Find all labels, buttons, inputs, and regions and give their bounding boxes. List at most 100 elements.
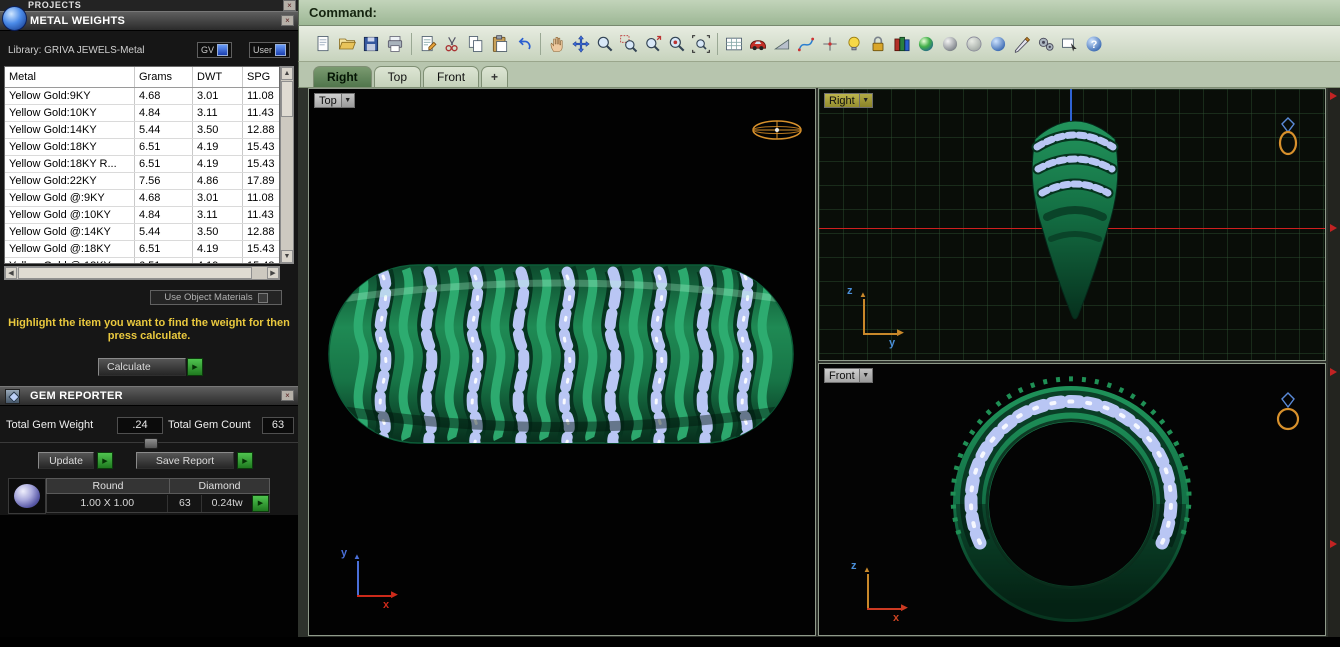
update-arrow-button[interactable]: ▶ — [97, 452, 113, 469]
scroll-right-icon[interactable]: ▶ — [267, 267, 279, 279]
metal-cell: Yellow Gold @:10KY — [5, 207, 135, 223]
spg-column-header[interactable]: SPG — [243, 67, 279, 87]
viewport-zone: Top ▼ y ▲ ▶ x Right ▼ z ▲ ▶ y Front ▼ z … — [298, 88, 1340, 637]
calculate-arrow-button[interactable]: ▶ — [187, 358, 203, 376]
save-report-arrow-button[interactable]: ▶ — [237, 452, 253, 469]
lock-icon[interactable] — [866, 31, 890, 57]
grams-column-header[interactable]: Grams — [135, 67, 193, 87]
rotate-view-icon[interactable] — [569, 31, 593, 57]
user-button[interactable]: User — [248, 42, 290, 58]
copy-icon[interactable] — [464, 31, 488, 57]
wedge-icon[interactable] — [770, 31, 794, 57]
tab-right[interactable]: Right — [313, 66, 372, 87]
table-vertical-scrollbar[interactable]: ▲ ▼ — [280, 66, 294, 264]
vertical-scroll-thumb[interactable] — [281, 81, 293, 117]
use-object-materials-control[interactable]: Use Object Materials — [150, 290, 282, 305]
gem-reporter-titlebar[interactable]: GEM REPORTER — [0, 386, 298, 406]
table-row[interactable]: Yellow Gold @:18KY...6.514.1915.43 — [5, 258, 279, 263]
scroll-left-icon[interactable]: ◀ — [5, 267, 17, 279]
splitter-handle[interactable] — [144, 438, 158, 449]
save-icon[interactable] — [359, 31, 383, 57]
new-file-icon[interactable] — [311, 31, 335, 57]
table-row[interactable]: Yellow Gold @:10KY 4.84 3.11 11.43 — [5, 207, 279, 224]
command-bar[interactable]: Command: — [298, 0, 1340, 26]
table-row[interactable]: Yellow Gold:18KY R... 6.51 4.19 15.43 — [5, 156, 279, 173]
cut-icon[interactable] — [440, 31, 464, 57]
zoom-dynamic-icon[interactable] — [641, 31, 665, 57]
horizontal-scroll-thumb[interactable] — [18, 267, 252, 279]
table-row[interactable]: Yellow Gold:18KY 6.51 4.19 15.43 — [5, 139, 279, 156]
open-file-icon[interactable] — [335, 31, 359, 57]
edit-notes-icon[interactable] — [416, 31, 440, 57]
tab-top[interactable]: Top — [373, 66, 422, 87]
zoom-extents-icon[interactable] — [689, 31, 713, 57]
spg-cell: 15.43 — [247, 141, 275, 153]
materials-icon[interactable] — [890, 31, 914, 57]
metal-column-header[interactable]: Metal — [5, 67, 135, 87]
projects-panel-titlebar[interactable]: PROJECTS — [0, 0, 298, 11]
zoom-icon[interactable] — [593, 31, 617, 57]
scroll-down-icon[interactable]: ▼ — [281, 250, 293, 263]
spg-cell: 11.43 — [247, 107, 274, 119]
zoom-window-icon[interactable] — [617, 31, 641, 57]
help-icon[interactable]: ? — [1082, 31, 1106, 57]
gem-row-arrow-button[interactable]: ▶ — [252, 494, 269, 512]
use-object-materials-checkbox-icon[interactable] — [257, 292, 268, 303]
rendered-view-icon[interactable] — [986, 31, 1010, 57]
point-icon[interactable] — [818, 31, 842, 57]
gv-button[interactable]: GV — [196, 42, 232, 58]
grid-icon[interactable] — [722, 31, 746, 57]
viewport-top-label[interactable]: Top ▼ — [314, 93, 355, 108]
shaded-view-icon[interactable] — [938, 31, 962, 57]
projects-close-button[interactable]: × — [283, 0, 296, 11]
arrow-up-icon: ▲ — [353, 552, 361, 561]
grams-cell: 5.44 — [135, 224, 193, 240]
table-row[interactable]: Yellow Gold @:14KY 5.44 3.50 12.88 — [5, 224, 279, 241]
table-row[interactable]: Yellow Gold:9KY 4.68 3.01 11.08 — [5, 88, 279, 105]
add-tab-button[interactable]: + — [481, 66, 509, 87]
table-horizontal-scrollbar[interactable]: ◀ ▶ — [4, 266, 280, 280]
axis-indicator: z ▲ ▶ x — [849, 560, 921, 624]
table-row[interactable]: Yellow Gold @:9KY 4.68 3.01 11.08 — [5, 190, 279, 207]
right-edge-scroll-strip[interactable] — [1328, 88, 1340, 637]
curve-icon[interactable] — [794, 31, 818, 57]
save-report-button[interactable]: Save Report — [136, 452, 234, 469]
ghosted-view-icon[interactable] — [962, 31, 986, 57]
viewport-top[interactable]: Top ▼ y ▲ ▶ x — [308, 88, 816, 636]
chevron-down-icon[interactable]: ▼ — [340, 94, 354, 107]
viewport-right[interactable]: Right ▼ z ▲ ▶ y — [818, 88, 1326, 361]
dwt-cell: 3.01 — [193, 88, 243, 104]
move-ui-icon[interactable] — [1058, 31, 1082, 57]
viewport-right-label[interactable]: Right ▼ — [824, 93, 873, 108]
table-row[interactable]: Yellow Gold:14KY 5.44 3.50 12.88 — [5, 122, 279, 139]
chevron-down-icon[interactable]: ▼ — [858, 94, 872, 107]
table-row[interactable]: Yellow Gold @:18KY 6.51 4.19 15.43 — [5, 241, 279, 258]
render-icon[interactable] — [914, 31, 938, 57]
metal-weights-titlebar[interactable]: METAL WEIGHTS — [0, 11, 298, 31]
chevron-down-icon[interactable]: ▼ — [858, 369, 872, 382]
tab-front[interactable]: Front — [423, 66, 480, 87]
zoom-selected-icon[interactable] — [665, 31, 689, 57]
metal-weights-close-button[interactable]: × — [281, 15, 294, 26]
dwt-column-header[interactable]: DWT — [193, 67, 243, 87]
projects-title: PROJECTS — [28, 0, 82, 10]
gem-table-row[interactable]: 1.00 X 1.00 63 0.24tw ▶ — [46, 494, 270, 513]
print-icon[interactable] — [383, 31, 407, 57]
table-row[interactable]: Yellow Gold:22KY 7.56 4.86 17.89 — [5, 173, 279, 190]
car-icon[interactable] — [746, 31, 770, 57]
scroll-up-icon[interactable]: ▲ — [281, 67, 293, 80]
options-gears-icon[interactable] — [1034, 31, 1058, 57]
paste-icon[interactable] — [488, 31, 512, 57]
viewport-front[interactable]: Front ▼ z ▲ ▶ x — [818, 363, 1326, 636]
lamp-icon[interactable] — [842, 31, 866, 57]
knife-icon[interactable] — [1010, 31, 1034, 57]
viewport-front-label[interactable]: Front ▼ — [824, 368, 873, 383]
gem-shape-header: Round — [47, 479, 170, 493]
update-button[interactable]: Update — [38, 452, 94, 469]
spg-cell: 11.43 — [247, 209, 274, 221]
gem-reporter-close-button[interactable]: × — [281, 390, 294, 401]
table-row[interactable]: Yellow Gold:10KY 4.84 3.11 11.43 — [5, 105, 279, 122]
calculate-button[interactable]: Calculate — [98, 358, 186, 376]
undo-icon[interactable] — [512, 31, 536, 57]
pan-hand-icon[interactable] — [545, 31, 569, 57]
